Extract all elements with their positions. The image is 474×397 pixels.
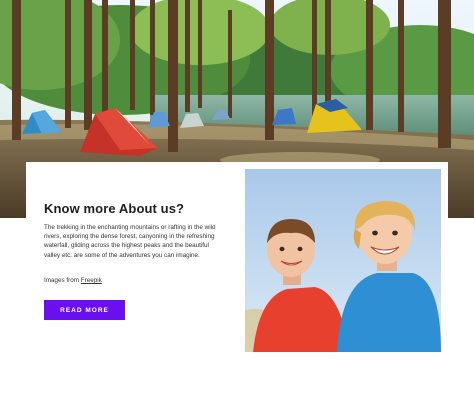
about-heading: Know more About us?	[44, 201, 185, 216]
two-kids-photo	[245, 169, 441, 352]
image-credit: Images from Freepik	[44, 277, 102, 284]
kids-photo	[245, 169, 441, 352]
read-more-button[interactable]: READ MORE	[44, 300, 125, 320]
freepik-link[interactable]: Freepik	[81, 277, 102, 284]
about-card: Know more About us? The trekking in the …	[26, 162, 448, 358]
credit-prefix: Images from	[44, 277, 81, 284]
about-description: The trekking in the enchanting mountains…	[44, 224, 216, 259]
